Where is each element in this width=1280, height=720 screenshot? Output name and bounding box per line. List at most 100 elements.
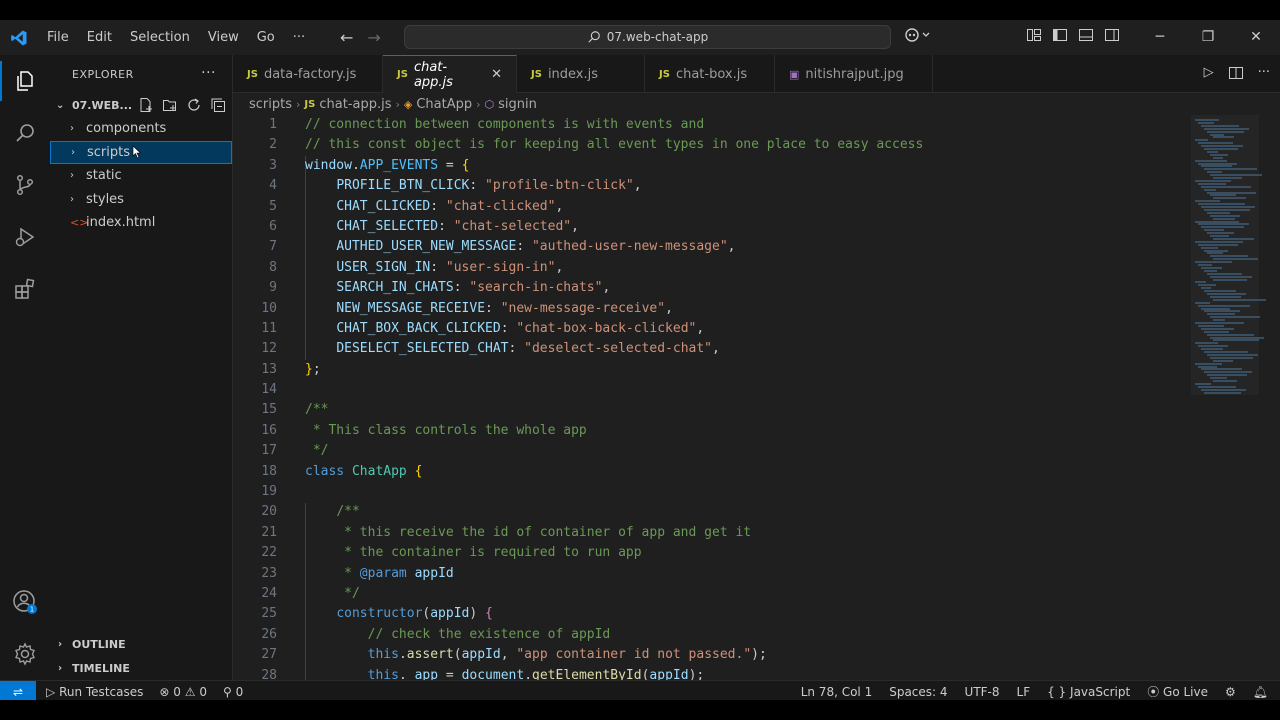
line-number: 13: [261, 361, 277, 377]
minimap-line: [1195, 382, 1211, 385]
close-window-icon[interactable]: ✕: [1232, 20, 1280, 55]
language-mode[interactable]: { } JavaScript: [1047, 685, 1130, 699]
minimap-line: [1207, 333, 1254, 336]
go-live-button[interactable]: ⦿ Go Live: [1147, 683, 1208, 700]
end-of-line[interactable]: LF: [1017, 685, 1031, 699]
menu-file[interactable]: File: [38, 30, 78, 45]
menu-go[interactable]: Go: [248, 30, 284, 45]
toggle-panel-icon[interactable]: [1078, 27, 1094, 43]
breadcrumb-method[interactable]: signin: [498, 97, 537, 112]
code-line: // connection between components is with…: [305, 117, 705, 132]
run-debug-icon[interactable]: [0, 211, 50, 263]
forward-arrow-icon[interactable]: →: [367, 28, 380, 47]
code-line: /**: [336, 504, 360, 520]
copilot-status-icon[interactable]: ⚙: [1225, 685, 1236, 699]
copilot-icon[interactable]: [905, 27, 931, 47]
toggle-secondary-sidebar-icon[interactable]: [1104, 27, 1120, 43]
restore-icon[interactable]: ❐: [1184, 20, 1232, 55]
run-testcases-button[interactable]: ▷ Run Testcases: [46, 685, 143, 699]
more-actions-icon[interactable]: ···: [1258, 65, 1270, 81]
menu-view[interactable]: View: [199, 30, 248, 45]
customize-layout-icon[interactable]: [1026, 27, 1042, 43]
refresh-icon[interactable]: [186, 97, 202, 113]
command-center-search[interactable]: 07.web-chat-app: [404, 25, 891, 49]
minimap[interactable]: [1189, 115, 1279, 680]
ports-indicator[interactable]: ⚲ 0: [223, 685, 243, 699]
new-file-icon[interactable]: [138, 97, 154, 113]
minimap-line: [1204, 208, 1250, 211]
minimap-line: [1195, 362, 1222, 365]
status-bar: ⇌ ▷ Run Testcases ⊗ 0 ⚠ 0 ⚲ 0 Ln 78, Col…: [0, 680, 1280, 703]
more-actions-icon[interactable]: ···: [201, 65, 216, 81]
minimap-line: [1207, 171, 1222, 174]
manage-gear-icon[interactable]: [0, 628, 50, 680]
collapse-all-icon[interactable]: [210, 97, 226, 113]
minimap-line: [1204, 290, 1236, 293]
tab-chat-app[interactable]: JS chat-app.js ✕: [383, 55, 517, 93]
tab-index-js[interactable]: JS index.js: [517, 55, 645, 93]
notifications-bell-icon[interactable]: 🔔︎: [1253, 685, 1268, 699]
line-number: 18: [261, 463, 277, 479]
encoding[interactable]: UTF-8: [965, 685, 1000, 699]
minimap-line: [1210, 153, 1228, 156]
minimap-line: [1207, 150, 1218, 153]
minimap-line: [1210, 295, 1241, 298]
tree-folder-scripts[interactable]: › scripts: [50, 140, 232, 164]
run-file-icon[interactable]: ▷: [1204, 65, 1214, 81]
indentation[interactable]: Spaces: 4: [889, 685, 947, 699]
breadcrumb-class[interactable]: ChatApp: [416, 97, 472, 112]
tree-folder-components[interactable]: › components: [50, 117, 232, 141]
extensions-icon[interactable]: [0, 263, 50, 315]
editor-tabs: JS data-factory.js JS chat-app.js ✕ JS i…: [233, 55, 1280, 93]
timeline-section[interactable]: › TIMELINE: [50, 656, 232, 680]
tab-data-factory[interactable]: JS data-factory.js: [233, 55, 383, 93]
split-editor-icon[interactable]: [1228, 65, 1244, 81]
code-line: USER_SIGN_IN: "user-sign-in",: [336, 259, 564, 275]
outline-section[interactable]: › OUTLINE: [50, 632, 232, 656]
minimap-line: [1201, 368, 1242, 371]
minimap-line: [1198, 203, 1245, 206]
explorer-icon[interactable]: [0, 55, 50, 107]
tree-file-index-html[interactable]: <> index.html: [50, 211, 232, 235]
problems-indicator[interactable]: ⊗ 0 ⚠ 0: [159, 685, 207, 699]
toggle-sidebar-icon[interactable]: [1052, 27, 1068, 43]
minimap-line: [1213, 278, 1247, 281]
line-number: 20: [261, 504, 277, 520]
code-line: * this receive the id of container of ap…: [305, 524, 752, 540]
tree-folder-styles[interactable]: › styles: [50, 188, 232, 212]
back-arrow-icon[interactable]: ←: [340, 28, 353, 47]
minimap-line: [1195, 159, 1227, 162]
minimap-line: [1195, 220, 1239, 223]
minimap-line: [1201, 226, 1244, 229]
tree-item-label: scripts: [87, 144, 130, 160]
tab-chat-box[interactable]: JS chat-box.js: [645, 55, 775, 93]
minimap-line: [1201, 185, 1251, 188]
menu-selection[interactable]: Selection: [121, 30, 199, 45]
code-line: CHAT_SELECTED: "chat-selected",: [336, 218, 579, 234]
code-line: window.APP_EVENTS = {: [305, 157, 470, 173]
search-icon[interactable]: [0, 107, 50, 159]
close-tab-icon[interactable]: ✕: [491, 67, 502, 82]
minimize-icon[interactable]: ─: [1136, 20, 1184, 55]
line-number: 23: [261, 565, 277, 581]
breadcrumb: scripts › JS chat-app.js › ◈ ChatApp › ⬡…: [233, 93, 1280, 115]
menu-edit[interactable]: Edit: [78, 30, 121, 45]
new-folder-icon[interactable]: [162, 97, 178, 113]
project-root[interactable]: ⌄ 07.WEB...: [50, 93, 232, 117]
minimap-line: [1195, 301, 1210, 304]
menu-more[interactable]: ···: [284, 30, 314, 45]
chevron-right-icon: ›: [296, 97, 301, 111]
cursor-position[interactable]: Ln 78, Col 1: [801, 685, 873, 699]
breadcrumb-file[interactable]: chat-app.js: [319, 97, 391, 112]
breadcrumb-folder[interactable]: scripts: [249, 97, 292, 112]
code-line: // check the existence of appId: [367, 626, 611, 642]
accounts-icon[interactable]: 1: [0, 576, 50, 628]
tree-folder-static[interactable]: › static: [50, 164, 232, 188]
line-number: 3: [269, 157, 277, 173]
source-control-icon[interactable]: [0, 159, 50, 211]
line-number: 7: [269, 239, 277, 255]
tab-nitishrajput-jpg[interactable]: ▣ nitishrajput.jpg: [775, 55, 933, 93]
code-editor[interactable]: 1 2 3 4 5 6 7 8 9 10 11 12 13 14 15 16 17 18 19 20 21 22 23 24 2…: [233, 115, 1280, 680]
tab-label: data-factory.js: [263, 66, 357, 82]
